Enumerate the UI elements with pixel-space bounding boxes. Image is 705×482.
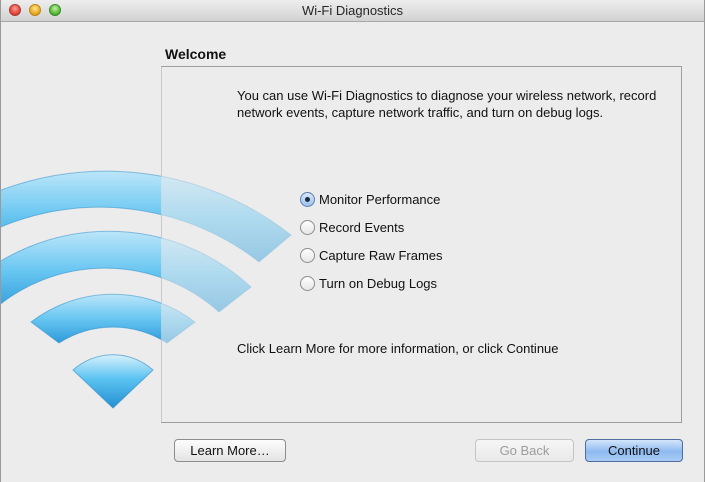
option-label[interactable]: Record Events — [319, 220, 404, 235]
radio-button-selected[interactable] — [300, 192, 315, 207]
option-label[interactable]: Capture Raw Frames — [319, 248, 443, 263]
option-label[interactable]: Turn on Debug Logs — [319, 276, 437, 291]
window-title: Wi-Fi Diagnostics — [301, 3, 404, 18]
footnote-text: Click Learn More for more information, o… — [237, 341, 559, 356]
radio-button[interactable] — [300, 276, 315, 291]
go-back-button[interactable]: Go Back — [475, 439, 574, 462]
wifi-diagnostics-window: Wi-Fi Diagnostics Welcome You can use Wi… — [0, 0, 705, 482]
intro-text: You can use Wi-Fi Diagnostics to diagnos… — [237, 88, 657, 120]
radio-button[interactable] — [300, 248, 315, 263]
continue-button[interactable]: Continue — [585, 439, 683, 462]
radio-dot — [305, 197, 310, 202]
option-label[interactable]: Monitor Performance — [319, 192, 440, 207]
title-bar[interactable]: Wi-Fi Diagnostics — [1, 0, 704, 22]
radio-button[interactable] — [300, 220, 315, 235]
learn-more-button[interactable]: Learn More… — [174, 439, 286, 462]
section-title: Welcome — [165, 46, 227, 62]
